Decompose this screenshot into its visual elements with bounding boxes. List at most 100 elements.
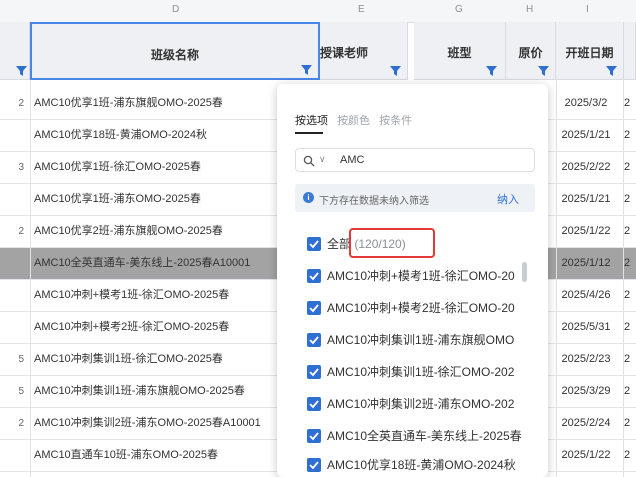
cell-start-date[interactable]: 2025/1/21 <box>556 184 616 215</box>
search-value: AMC <box>340 154 365 166</box>
cell-prev[interactable] <box>0 280 24 311</box>
header-cell-class-type[interactable]: 班型 <box>414 22 506 80</box>
notice-text: 下方存在数据未纳入筛选 <box>319 196 429 207</box>
cell-prev[interactable]: 2 <box>0 88 24 119</box>
filter-popup: 按选项 按颜色 按条件 ∨ AMC i 下方存在数据未纳入筛选 纳入 全部 (1… <box>277 84 548 477</box>
spreadsheet: D E G H I 班级名称 授课老师 班型 原价 开班日期 2 AMC10优享… <box>0 0 636 477</box>
cell-next[interactable]: 2 <box>624 408 636 439</box>
select-all-label: 全部 <box>327 237 352 251</box>
filter-option-label: AMC10冲刺集训1班-浦东旗舰OMO <box>327 333 515 347</box>
cell-prev[interactable]: 5 <box>0 344 24 375</box>
search-icon <box>303 154 315 167</box>
cell-start-date[interactable]: 2025/2/22 <box>556 152 616 183</box>
filter-funnel-icon[interactable] <box>390 66 401 76</box>
cell-prev[interactable] <box>0 120 24 151</box>
cell-prev[interactable] <box>0 184 24 215</box>
cell-start-date[interactable]: 2025/1/22 <box>556 216 616 247</box>
cell-start-date[interactable]: 2025/3/2 <box>556 88 616 119</box>
info-icon: i <box>303 192 314 203</box>
column-letter-h[interactable]: H <box>526 4 533 15</box>
cell-next[interactable]: 2 <box>624 376 636 407</box>
highlight-annotation-box <box>349 228 435 258</box>
cell-start-date[interactable]: 2025/1/22 <box>556 440 616 471</box>
checkbox-checked[interactable] <box>307 333 321 347</box>
checkbox-checked[interactable] <box>307 458 321 472</box>
filter-funnel-icon[interactable] <box>538 66 549 76</box>
cell-next[interactable]: 2 <box>624 440 636 471</box>
filter-tabs: 按选项 按颜色 按条件 <box>295 112 418 128</box>
filter-option[interactable]: AMC10优享18班-黄浦OMO-2024秋 <box>307 456 522 476</box>
checkbox-checked[interactable] <box>307 301 321 315</box>
header-start-date: 开班日期 <box>565 46 614 60</box>
cell-next[interactable]: 2 <box>624 88 636 119</box>
cell-next[interactable]: 2 <box>624 216 636 247</box>
grid-line <box>556 80 557 477</box>
filter-funnel-icon[interactable] <box>606 66 617 76</box>
cell-start-date[interactable]: 2025/5/31 <box>556 312 616 343</box>
filter-option-label: AMC10冲刺集训1班-徐汇OMO-202 <box>327 365 515 379</box>
cell-prev[interactable]: 2 <box>0 216 24 247</box>
filter-option[interactable]: AMC10冲刺集训2班-浦东OMO-202 <box>307 395 522 415</box>
cell-start-date[interactable]: 2025/1/21 <box>556 120 616 151</box>
cell-next[interactable]: 2 <box>624 344 636 375</box>
cell-next[interactable]: 2 <box>624 120 636 151</box>
header-cell-start-date[interactable]: 开班日期 <box>556 22 624 80</box>
filter-option-label: AMC10冲刺+模考1班-徐汇OMO-20 <box>327 269 515 283</box>
cell-prev[interactable]: 5 <box>0 376 24 407</box>
checkbox-checked[interactable] <box>307 269 321 283</box>
checkbox-checked[interactable] <box>307 237 321 251</box>
cell-start-date[interactable]: 2025/1/12 <box>556 248 616 279</box>
header-class-name: 班级名称 <box>150 48 199 62</box>
checkbox-checked[interactable] <box>307 397 321 411</box>
column-letter-d[interactable]: D <box>172 4 179 15</box>
header-teacher: 授课老师 <box>320 46 369 60</box>
checkbox-checked[interactable] <box>307 429 321 443</box>
cell-prev[interactable]: 2 <box>0 408 24 439</box>
filter-option[interactable]: AMC10全英直通车-美东线上-2025春 <box>307 427 522 447</box>
chevron-down-icon[interactable]: ∨ <box>319 154 326 165</box>
tab-by-option[interactable]: 按选项 <box>295 112 328 128</box>
cell-next[interactable]: 2 <box>624 184 636 215</box>
grid-line <box>30 80 31 477</box>
grid-line <box>623 80 624 477</box>
cell-prev[interactable] <box>0 248 24 279</box>
cell-next[interactable]: 2 <box>624 280 636 311</box>
cell-prev[interactable]: 3 <box>0 152 24 183</box>
cell-next[interactable]: 2 <box>624 248 636 279</box>
filter-option-label: AMC10优享18班-黄浦OMO-2024秋 <box>327 458 516 472</box>
filter-notice: i 下方存在数据未纳入筛选 纳入 <box>295 184 535 212</box>
cell-start-date[interactable]: 2025/4/26 <box>556 280 616 311</box>
checkbox-checked[interactable] <box>307 365 321 379</box>
cell-next[interactable]: 2 <box>624 312 636 343</box>
filter-option[interactable]: AMC10冲刺集训1班-徐汇OMO-202 <box>307 363 522 383</box>
header-cell-class-name[interactable]: 班级名称 <box>30 22 320 80</box>
header-cell-price[interactable]: 原价 <box>506 22 556 80</box>
header-price: 原价 <box>518 46 543 60</box>
filter-funnel-icon[interactable] <box>16 66 27 76</box>
filter-funnel-icon[interactable] <box>301 65 312 75</box>
filter-funnel-icon[interactable] <box>486 66 497 76</box>
column-letter-g[interactable]: G <box>455 4 463 15</box>
column-letter-bar: D E G H I <box>0 0 636 23</box>
filter-search-input[interactable]: ∨ AMC <box>295 148 535 172</box>
include-link[interactable]: 纳入 <box>497 191 519 207</box>
cell-next[interactable]: 2 <box>624 152 636 183</box>
cell-start-date[interactable]: 2025/3/29 <box>556 376 616 407</box>
filter-option[interactable]: AMC10冲刺集训1班-浦东旗舰OMO <box>307 331 522 351</box>
cell-prev[interactable] <box>0 312 24 343</box>
filter-option-label: AMC10冲刺集训2班-浦东OMO-202 <box>327 397 515 411</box>
header-cell-prev[interactable] <box>0 22 30 80</box>
tab-by-color[interactable]: 按颜色 <box>337 112 370 128</box>
cell-start-date[interactable]: 2025/2/23 <box>556 344 616 375</box>
cell-start-date[interactable]: 2025/2/24 <box>556 408 616 439</box>
tab-underline <box>295 132 323 134</box>
header-cell-next[interactable] <box>624 22 636 80</box>
column-letter-e[interactable]: E <box>358 4 365 15</box>
filter-option[interactable]: AMC10冲刺+模考2班-徐汇OMO-20 <box>307 299 522 319</box>
popup-scrollbar[interactable] <box>522 262 527 282</box>
filter-option[interactable]: AMC10冲刺+模考1班-徐汇OMO-20 <box>307 267 522 287</box>
cell-prev[interactable] <box>0 440 24 471</box>
header-cell-teacher[interactable]: 授课老师 <box>320 22 408 80</box>
column-letter-i[interactable]: I <box>586 4 589 15</box>
tab-by-condition[interactable]: 按条件 <box>379 112 412 128</box>
